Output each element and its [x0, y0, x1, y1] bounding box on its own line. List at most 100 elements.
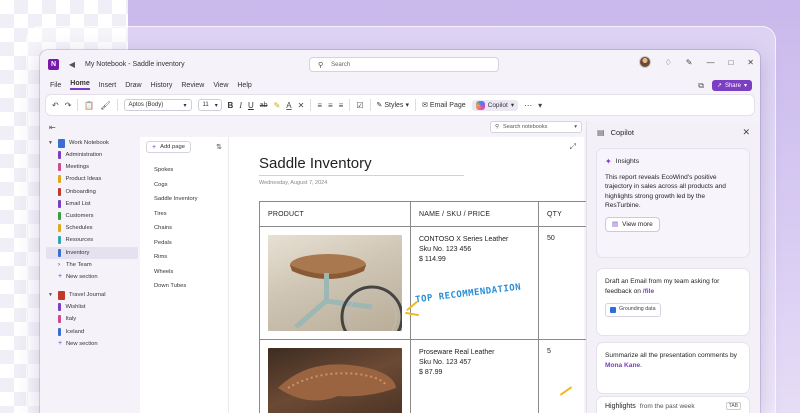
highlights-bar[interactable]: Highlights from the past week TAB	[597, 397, 749, 413]
menu-draw[interactable]: Draw	[125, 82, 141, 89]
avatar[interactable]	[638, 56, 651, 68]
italic-icon[interactable]: I	[239, 101, 242, 110]
view-more-button[interactable]: ▤ View more	[605, 216, 660, 232]
styles-button[interactable]: ✎ Styles ▾	[377, 101, 409, 110]
minimize-icon[interactable]: —	[706, 58, 714, 67]
section-item[interactable]: Email List	[46, 198, 138, 210]
section-color	[58, 303, 61, 312]
notebook-work[interactable]: ▼ Work Notebook	[46, 137, 138, 149]
font-size-select[interactable]: 11 ▾	[197, 99, 222, 111]
menu-help[interactable]: Help	[237, 82, 251, 89]
chevron-down-icon: ▾	[214, 102, 218, 109]
numbering-icon[interactable]: ≡	[328, 101, 333, 110]
sync-icon[interactable]: ⧉	[698, 81, 704, 91]
section-item-inventory[interactable]: Inventory	[46, 246, 138, 259]
more-icon[interactable]: ⋯	[524, 101, 532, 110]
page-item[interactable]: Spokes	[154, 163, 198, 178]
page-item[interactable]: Down Tubes	[154, 279, 198, 294]
bullets-icon[interactable]: ≡	[317, 101, 322, 110]
section-item[interactable]: Onboarding	[46, 186, 138, 198]
insights-card[interactable]: ✦ Insights This report reveals EcoWind's…	[597, 149, 749, 257]
search-icon: ⚲	[318, 61, 324, 69]
section-item[interactable]: Schedules	[46, 222, 138, 234]
maximize-icon[interactable]: □	[728, 58, 733, 67]
onenote-logo: N	[48, 58, 59, 70]
search-input[interactable]: ⚲ Search	[309, 57, 499, 72]
draft-file-link[interactable]: /file	[643, 288, 654, 295]
saddle-photo	[268, 348, 402, 413]
share-button[interactable]: ↗ Share ▾	[711, 80, 752, 91]
view-more-label: View more	[622, 220, 653, 228]
close-icon[interactable]: ✕	[747, 58, 754, 67]
inventory-table[interactable]: PRODUCT NAME / SKU / PRICE QTY CONTOSO X…	[259, 201, 589, 413]
new-section-button[interactable]: + New section	[46, 271, 138, 283]
menu-file[interactable]: File	[50, 82, 61, 89]
page-item[interactable]: Pedals	[154, 236, 198, 251]
section-item[interactable]: Customers	[46, 210, 138, 222]
pen-icon[interactable]: ✎	[686, 58, 693, 67]
diamond-icon[interactable]: ♢	[665, 58, 672, 67]
format-painter-icon[interactable]: 🖌	[100, 101, 110, 110]
menu-home[interactable]: Home	[70, 80, 90, 90]
strikethrough-icon[interactable]: ab	[260, 102, 268, 109]
section-item[interactable]: Italy	[46, 313, 138, 325]
page-item[interactable]: Wheels	[154, 265, 198, 280]
title-underline	[259, 175, 464, 176]
add-page-button[interactable]: + Add page	[146, 141, 191, 153]
item-price: $ 87.99	[419, 369, 443, 376]
summarize-suggestion[interactable]: Summarize all the presentation comments …	[597, 343, 749, 393]
grounding-data-chip[interactable]: Grounding data	[605, 303, 661, 317]
font-name-select[interactable]: Aptos (Body) ▾	[123, 99, 192, 111]
new-section-button[interactable]: + New section	[46, 338, 138, 350]
chevron-down-icon: ▾	[574, 124, 577, 130]
back-icon[interactable]: ◀	[65, 57, 79, 71]
summarize-prompt: Summarize all the presentation comments …	[605, 352, 737, 359]
collapse-nav-icon[interactable]: ⇤	[49, 123, 56, 132]
menu-review[interactable]: Review	[181, 82, 204, 89]
item-price: $ 114.99	[419, 256, 446, 263]
chevron-down-icon[interactable]: ▾	[538, 101, 542, 110]
menu-view[interactable]: View	[213, 82, 228, 89]
menu-history[interactable]: History	[151, 82, 173, 89]
font-color-icon[interactable]: A	[286, 101, 291, 110]
mention-link[interactable]: Mona Kane	[605, 362, 640, 369]
page-title[interactable]: Saddle Inventory	[259, 155, 372, 172]
table-header: QTY	[538, 201, 589, 227]
paste-icon[interactable]: 📋	[84, 101, 94, 110]
page-item[interactable]: Rims	[154, 250, 198, 265]
page-item-saddle-inventory[interactable]: Saddle Inventory	[154, 192, 198, 207]
section-item[interactable]: Iceland	[46, 325, 138, 337]
undo-icon[interactable]: ↶	[52, 101, 59, 110]
bold-icon[interactable]: B	[228, 101, 234, 110]
section-item[interactable]: Administration	[46, 149, 138, 161]
clear-format-icon[interactable]: ✕	[298, 101, 305, 110]
section-item[interactable]: Meetings	[46, 161, 138, 173]
page-item[interactable]: Tires	[154, 207, 198, 222]
section-item[interactable]: Product Ideas	[46, 173, 138, 185]
page-item[interactable]: Chains	[154, 221, 198, 236]
item-name: CONTOSO X Series Leather	[419, 236, 509, 243]
table-row: Proseware Real Leather Sku No. 123 457 $…	[259, 339, 589, 413]
highlight-icon[interactable]: ✎	[274, 101, 281, 110]
page-canvas[interactable]: ⤢ Saddle Inventory Wednesday, August 7, …	[228, 137, 589, 413]
expand-icon[interactable]: ⤢	[570, 142, 576, 152]
email-page-button[interactable]: ✉ Email Page	[422, 101, 466, 110]
menu-insert[interactable]: Insert	[99, 82, 117, 89]
page-item[interactable]: Cogs	[154, 178, 198, 193]
redo-icon[interactable]: ↷	[65, 101, 72, 110]
notebook-icon	[58, 138, 65, 148]
sort-icon[interactable]: ⇅	[216, 143, 222, 151]
chevron-down-icon: ▾	[405, 102, 409, 109]
draft-email-suggestion[interactable]: Draft an Email from my team asking for f…	[597, 269, 749, 335]
align-icon[interactable]: ≡	[339, 101, 344, 110]
copilot-ribbon-button[interactable]: Copilot ▾	[471, 99, 519, 111]
notebook-travel[interactable]: ▼ Travel Journal	[46, 289, 138, 301]
section-item[interactable]: Resources	[46, 234, 138, 246]
tag-icon[interactable]: ☑	[356, 101, 363, 110]
close-icon[interactable]: ✕	[742, 127, 750, 138]
share-icon: ↗	[716, 83, 722, 89]
section-item[interactable]: Wishlist	[46, 301, 138, 313]
underline-icon[interactable]: U	[248, 101, 254, 110]
section-group-the-team[interactable]: › The Team	[46, 259, 138, 271]
notebook-search-input[interactable]: ⚲ Search notebooks ▾	[490, 121, 582, 133]
